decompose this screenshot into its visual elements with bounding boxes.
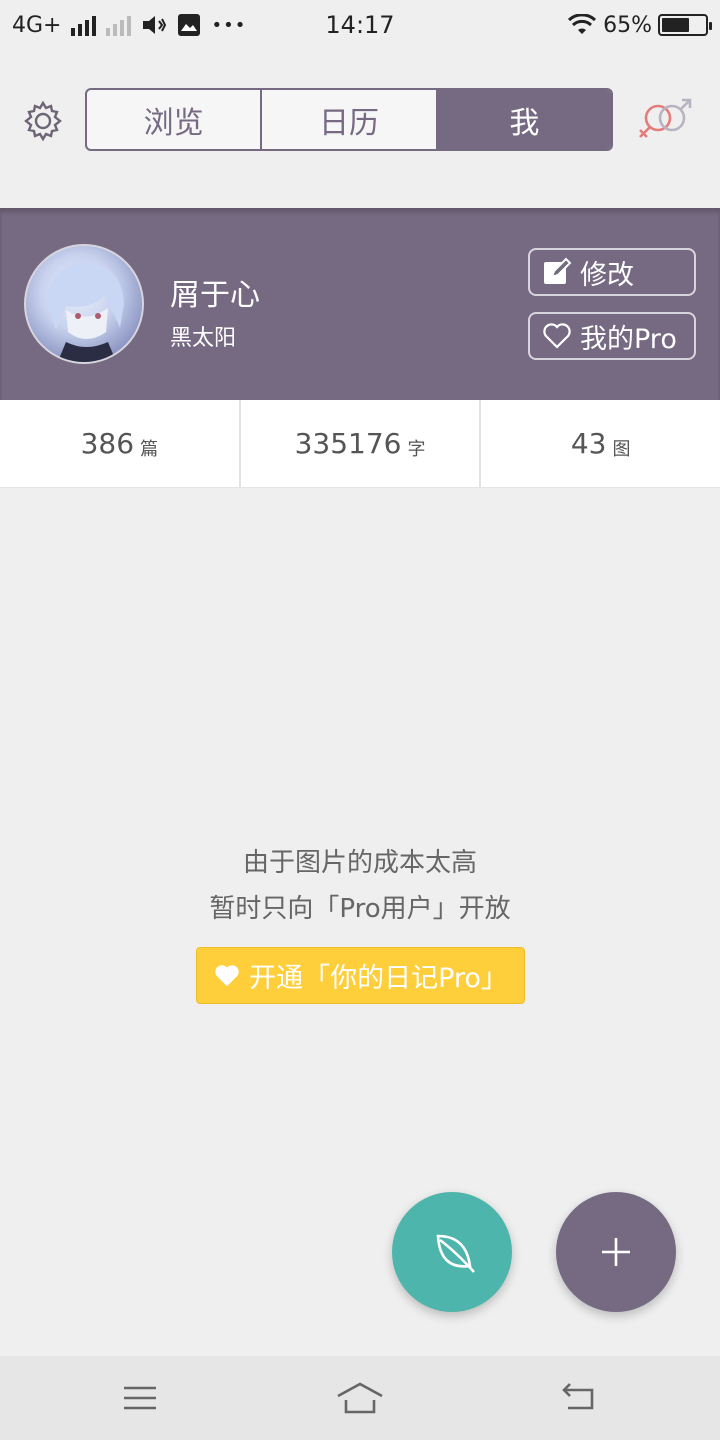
edit-profile-label: 修改	[580, 259, 634, 291]
upgrade-pro-button[interactable]: 开通「你的日记Pro」	[196, 947, 525, 1004]
top-nav: 浏览 日历 我	[0, 78, 720, 162]
profile-header: 屑于心 黑太阳 修改 我的Pro	[0, 208, 720, 400]
battery-percent: 65%	[603, 12, 652, 38]
stat-images-value: 43	[570, 427, 607, 460]
edit-icon	[544, 257, 572, 284]
wifi-icon	[568, 14, 597, 34]
tab-me[interactable]: 我	[435, 90, 611, 149]
stats-bar: 386 篇 335176 字 43 图	[0, 400, 720, 488]
my-pro-button[interactable]: 我的Pro	[528, 312, 696, 360]
stat-words[interactable]: 335176 字	[238, 400, 480, 487]
profile-subtitle: 黑太阳	[170, 326, 237, 351]
stat-articles[interactable]: 386 篇	[0, 400, 239, 487]
edit-profile-button[interactable]: 修改	[528, 248, 696, 296]
plus-icon	[602, 1238, 630, 1266]
signal-icon	[71, 14, 97, 36]
status-left: 4G+ •••	[12, 13, 246, 38]
stat-images[interactable]: 43 图	[479, 400, 720, 487]
status-bar: 4G+ ••• 14:17 65%	[0, 0, 720, 50]
signal-secondary-icon	[106, 14, 132, 36]
gear-icon[interactable]	[22, 100, 64, 142]
stat-words-unit: 字	[407, 438, 426, 460]
notice-line-1: 由于图片的成本太高	[242, 848, 477, 878]
heart-icon	[215, 964, 239, 986]
battery-icon	[658, 14, 712, 36]
leaf-button[interactable]	[392, 1192, 512, 1312]
network-type: 4G+	[12, 12, 62, 38]
stat-words-value: 335176	[294, 427, 402, 460]
avatar-image	[47, 262, 124, 362]
battery-fill	[662, 18, 690, 32]
image-notification-icon	[178, 14, 201, 36]
profile-nickname: 屑于心	[170, 278, 260, 313]
notice-line-2: 暂时只向「Pro用户」开放	[209, 894, 511, 924]
status-right: 65%	[567, 12, 712, 38]
home-icon[interactable]	[336, 1380, 384, 1416]
leaf-icon	[436, 1234, 475, 1273]
tab-browse[interactable]: 浏览	[87, 90, 260, 149]
avatar[interactable]	[24, 244, 144, 364]
upgrade-pro-label: 开通「你的日记Pro」	[249, 963, 508, 994]
menu-icon[interactable]	[120, 1380, 160, 1416]
gender-icon[interactable]	[634, 96, 698, 144]
stat-images-unit: 图	[612, 438, 631, 460]
my-pro-label: 我的Pro	[580, 323, 677, 355]
more-notifications-icon: •••	[211, 14, 247, 36]
heart-outline-icon	[543, 323, 571, 349]
system-nav-bar	[0, 1356, 720, 1440]
add-button[interactable]	[556, 1192, 676, 1312]
tab-bar: 浏览 日历 我	[85, 88, 613, 151]
stat-articles-value: 386	[80, 427, 135, 460]
back-icon[interactable]	[560, 1380, 600, 1416]
tab-calendar[interactable]: 日历	[260, 90, 435, 149]
vibrate-icon	[143, 16, 167, 34]
stat-articles-unit: 篇	[140, 438, 159, 460]
